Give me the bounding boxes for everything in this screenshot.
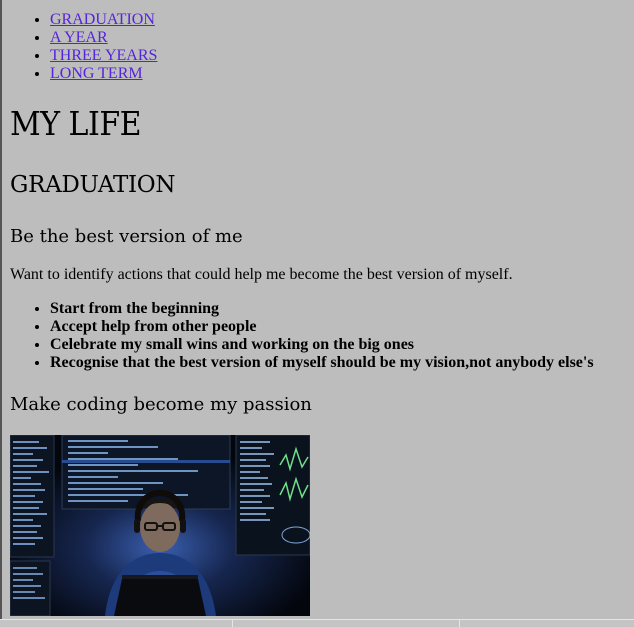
bottom-table-edge [0,619,634,627]
table-divider [459,620,460,627]
nav-list: GRADUATION A YEAR THREE YEARS LONG TERM [10,11,630,83]
window-left-border [0,0,2,627]
nav-link-graduation[interactable]: GRADUATION [50,11,155,28]
goal-item: Accept help from other people [50,318,634,336]
nav-link-a-year[interactable]: A YEAR [50,29,108,46]
section-heading: GRADUATION [10,172,176,198]
goals-list: Start from the beginning Accept help fro… [10,300,634,372]
nav-item-three-years: THREE YEARS [50,47,630,65]
nav-item-a-year: A YEAR [50,29,630,47]
nav-link-long-term[interactable]: LONG TERM [50,65,143,82]
coder-photo-illustration [10,435,310,616]
intro-paragraph: Want to identify actions that could help… [10,266,513,283]
page-title: MY LIFE [10,106,142,144]
page-content: GRADUATION A YEAR THREE YEARS LONG TERM … [10,0,630,616]
nav-item-graduation: GRADUATION [50,11,630,29]
nav-link-three-years[interactable]: THREE YEARS [50,47,157,64]
goal-item: Celebrate my small wins and working on t… [50,336,634,354]
subheading-best-version: Be the best version of me [10,226,243,247]
goal-item: Recognise that the best version of mysel… [50,354,634,372]
coder-photo [10,435,310,616]
goal-item: Start from the beginning [50,300,634,318]
subheading-coding-passion: Make coding become my passion [10,394,312,415]
table-divider [232,620,233,627]
nav-item-long-term: LONG TERM [50,65,630,83]
